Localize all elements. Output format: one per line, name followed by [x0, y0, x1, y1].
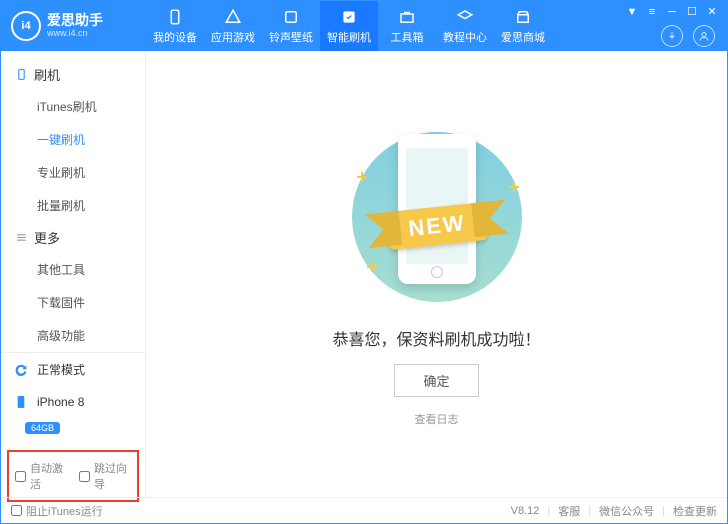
brand-logo-icon: i4 [11, 11, 41, 41]
sidebar-item-pro[interactable]: 专业刷机 [1, 156, 145, 189]
menu-lines-icon [15, 231, 28, 244]
window-controls: ▼ ≡ ─ ☐ ✕ [625, 5, 727, 18]
maximize-icon[interactable]: ☐ [685, 5, 699, 18]
checkbox-label: 阻止iTunes运行 [26, 503, 103, 519]
check-update-link[interactable]: 检查更新 [673, 503, 717, 519]
download-button[interactable] [661, 25, 683, 47]
flash-icon [340, 8, 358, 26]
mode-label: 正常模式 [37, 361, 85, 378]
phone-icon [166, 8, 184, 26]
nav-label: 应用游戏 [211, 29, 255, 45]
block-itunes-checkbox[interactable]: 阻止iTunes运行 [11, 503, 103, 519]
nav-label: 工具箱 [391, 29, 424, 45]
nav-label: 智能刷机 [327, 29, 371, 45]
nav-toolbox[interactable]: 工具箱 [378, 1, 436, 51]
close-icon[interactable]: ✕ [705, 5, 719, 18]
sidebar-item-advanced[interactable]: 高级功能 [1, 319, 145, 352]
main-panel: NEW 恭喜您，保资料刷机成功啦！ 确定 查看日志 [146, 51, 727, 497]
top-nav: 我的设备 应用游戏 铃声壁纸 智能刷机 工具箱 教程中心 [146, 1, 625, 51]
skip-guide-checkbox[interactable]: 跳过向导 [79, 460, 131, 492]
wechat-link[interactable]: 微信公众号 [599, 503, 654, 519]
brand-subtitle: www.i4.cn [47, 29, 103, 39]
nav-ringtone[interactable]: 铃声壁纸 [262, 1, 320, 51]
apps-icon [224, 8, 242, 26]
nav-label: 铃声壁纸 [269, 29, 313, 45]
checkbox-label: 自动激活 [30, 460, 67, 492]
auto-activate-checkbox[interactable]: 自动激活 [15, 460, 67, 492]
device-name: iPhone 8 [37, 395, 84, 409]
ok-button[interactable]: 确定 [394, 364, 478, 397]
options-highlight-box: 自动激活 跳过向导 [7, 450, 139, 502]
refresh-icon [13, 362, 29, 378]
menu-icon[interactable]: ≡ [645, 6, 659, 18]
view-log-link[interactable]: 查看日志 [415, 411, 459, 427]
sidebar-item-onekey[interactable]: 一键刷机 [1, 123, 145, 156]
toolbox-icon [398, 8, 416, 26]
sidebar-item-batch[interactable]: 批量刷机 [1, 189, 145, 222]
title-bar: i4 爱思助手 www.i4.cn 我的设备 应用游戏 铃声壁纸 智能刷机 [1, 1, 727, 51]
sidebar-group-label: 更多 [34, 228, 60, 247]
success-message: 恭喜您，保资料刷机成功啦！ [332, 326, 540, 350]
support-link[interactable]: 客服 [558, 503, 580, 519]
success-illustration: NEW [337, 122, 537, 312]
user-button[interactable] [693, 25, 715, 47]
version-label: V8.12 [511, 505, 540, 517]
minimize-icon[interactable]: ─ [665, 6, 679, 18]
device-mode[interactable]: 正常模式 [1, 353, 145, 386]
brand-title: 爱思助手 [47, 13, 103, 28]
sidebar-item-itunes[interactable]: iTunes刷机 [1, 90, 145, 123]
sidebar-group-more[interactable]: 更多 [1, 222, 145, 253]
brand: i4 爱思助手 www.i4.cn [1, 1, 146, 51]
sidebar: 刷机 iTunes刷机 一键刷机 专业刷机 批量刷机 更多 其他工具 下载固件 … [1, 51, 146, 497]
sidebar-group-label: 刷机 [34, 65, 60, 84]
sidebar-group-flash[interactable]: 刷机 [1, 59, 145, 90]
status-bar: 阻止iTunes运行 V8.12| 客服| 微信公众号| 检查更新 [1, 497, 727, 523]
nav-tutorial[interactable]: 教程中心 [436, 1, 494, 51]
device-info[interactable]: iPhone 8 64GB [1, 386, 145, 444]
nav-smart-flash[interactable]: 智能刷机 [320, 1, 378, 51]
nav-my-device[interactable]: 我的设备 [146, 1, 204, 51]
device-icon [13, 394, 29, 410]
nav-apps[interactable]: 应用游戏 [204, 1, 262, 51]
phone-outline-icon [15, 68, 28, 81]
sidebar-item-other[interactable]: 其他工具 [1, 253, 145, 286]
nav-store[interactable]: 爱思商城 [494, 1, 552, 51]
nav-label: 爱思商城 [501, 29, 545, 45]
nav-label: 教程中心 [443, 29, 487, 45]
store-icon [514, 8, 532, 26]
sidebar-item-download[interactable]: 下载固件 [1, 286, 145, 319]
tutorial-icon [456, 8, 474, 26]
shirt-icon[interactable]: ▼ [625, 6, 639, 18]
storage-badge: 64GB [25, 422, 60, 434]
checkbox-label: 跳过向导 [94, 460, 131, 492]
nav-label: 我的设备 [153, 29, 197, 45]
ringtone-icon [282, 8, 300, 26]
